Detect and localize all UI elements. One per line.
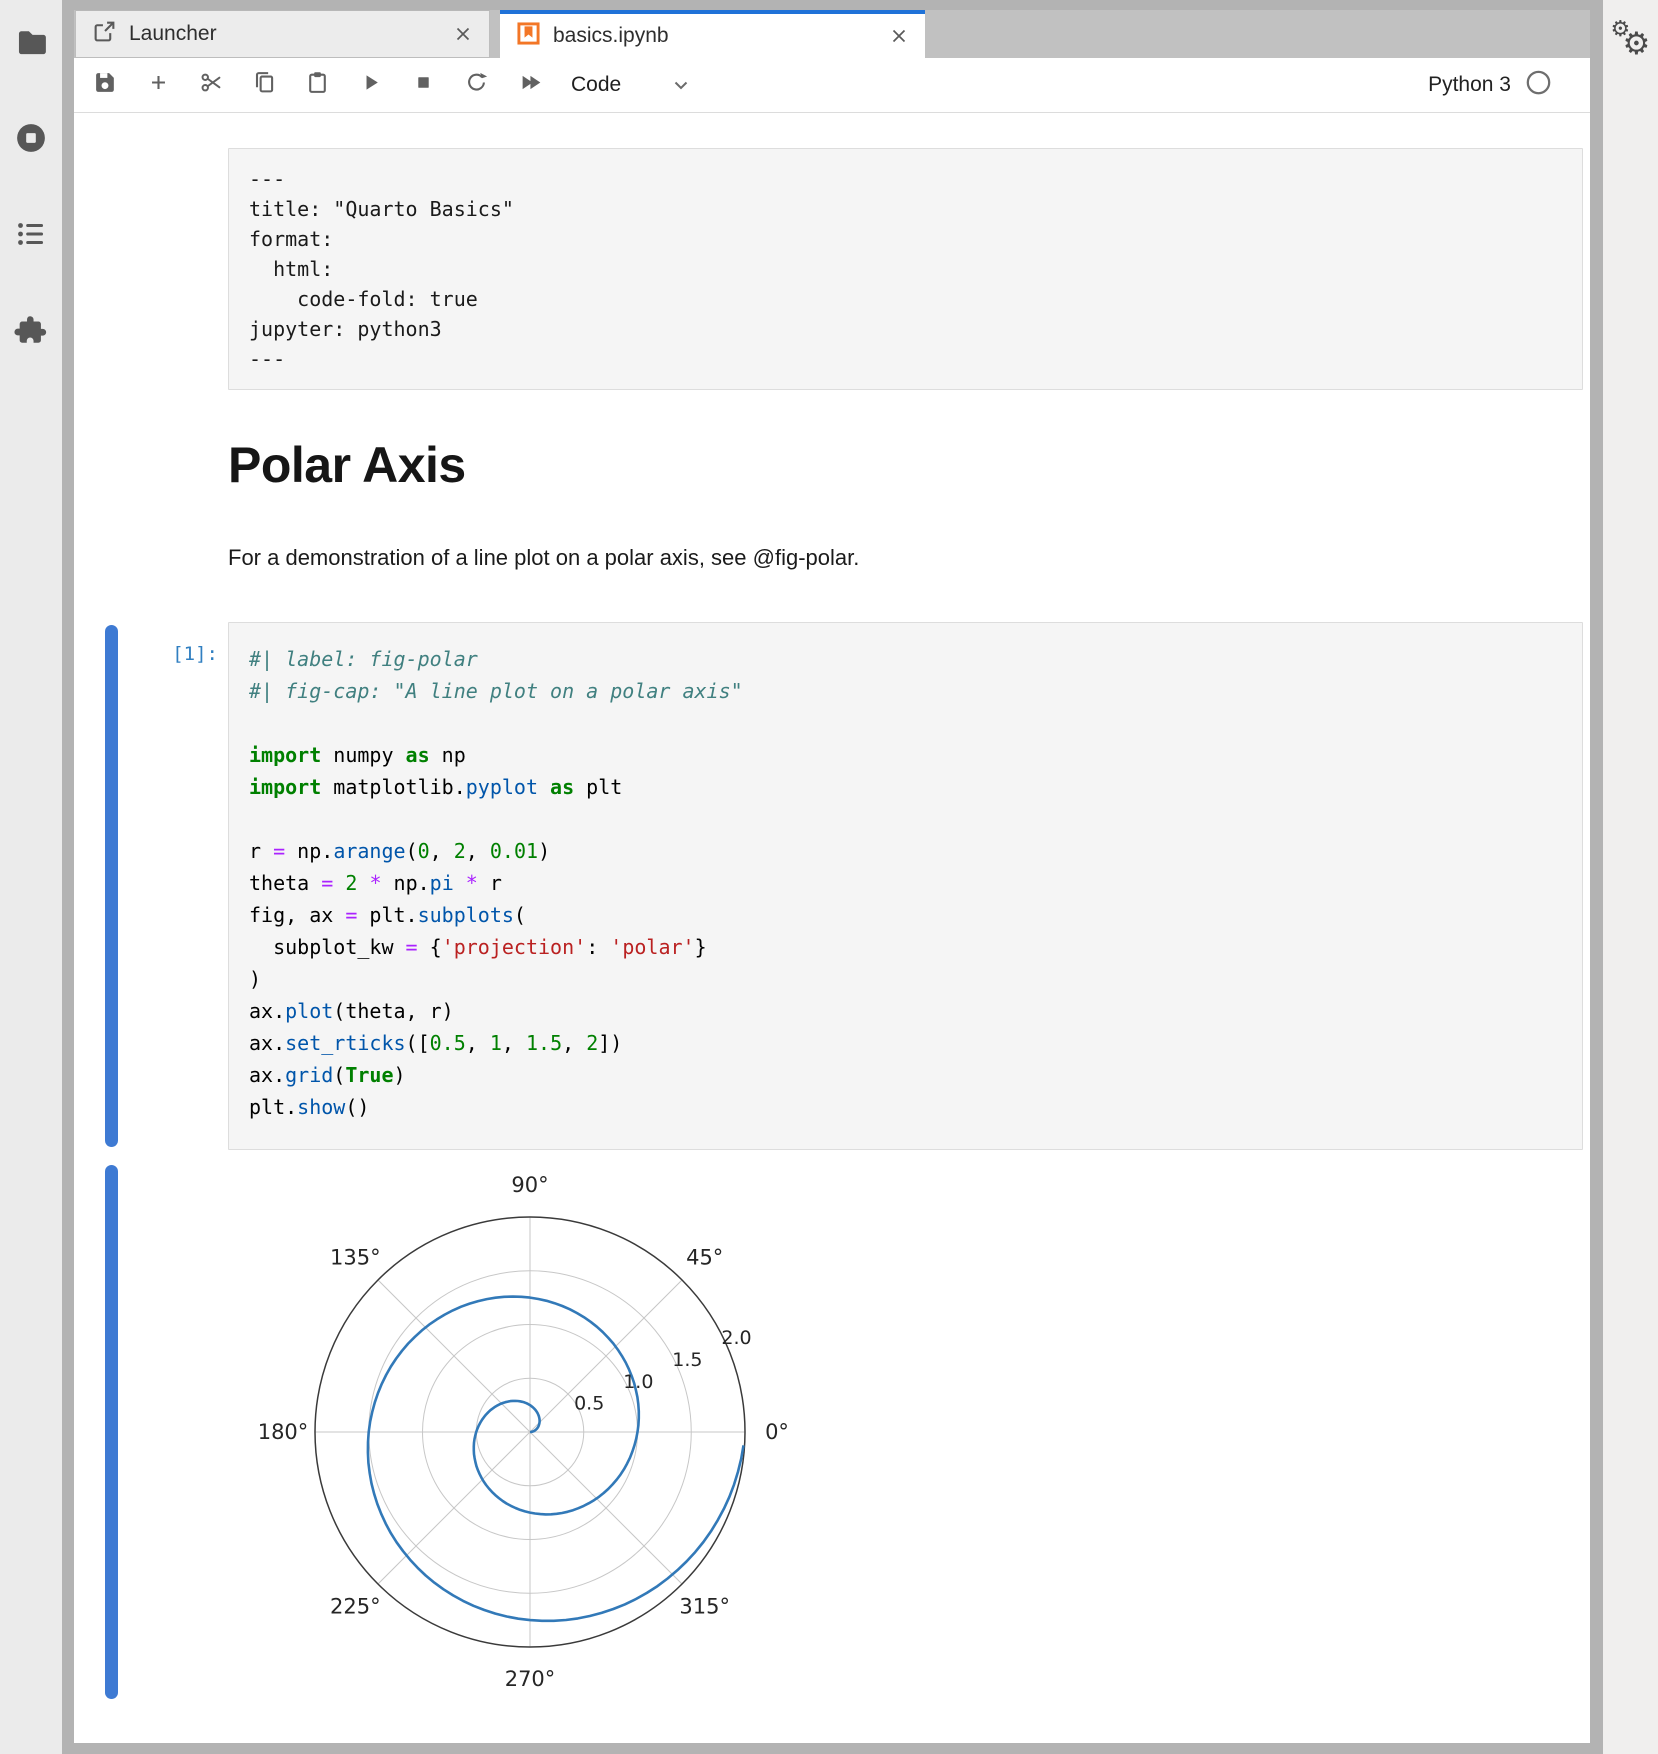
raw-cell-editor[interactable]: ---title: "Quarto Basics"format: html: c…: [228, 148, 1583, 390]
notebook-panel: ---title: "Quarto Basics"format: html: c…: [74, 113, 1590, 1743]
tab-close-icon[interactable]: [449, 20, 477, 48]
puzzle-icon: [14, 313, 48, 352]
theta-gridline: [530, 1432, 682, 1584]
clipboard-icon: [305, 70, 330, 100]
notebook-toolbar: Code Python 3: [74, 58, 1590, 113]
code-line: subplot_kw = {'projection': 'polar'}: [249, 931, 1562, 963]
raw-line: html:: [249, 254, 1562, 284]
cut-cells-button[interactable]: [194, 68, 228, 102]
restart-kernel-button[interactable]: [459, 68, 493, 102]
tab-close-icon[interactable]: [885, 22, 913, 50]
theta-tick-label: 0°: [765, 1420, 789, 1444]
cell-type-value: Code: [571, 73, 621, 97]
code-line: [249, 803, 1562, 835]
code-line: plt.show(): [249, 1091, 1562, 1123]
tab-label: Launcher: [129, 22, 449, 46]
raw-line: title: "Quarto Basics": [249, 194, 1562, 224]
code-line: ax.set_rticks([0.5, 1, 1.5, 2]): [249, 1027, 1562, 1059]
theta-gridline: [378, 1432, 530, 1584]
raw-line: format:: [249, 224, 1562, 254]
raw-line: jupyter: python3: [249, 314, 1562, 344]
markdown-cell[interactable]: Polar Axis For a demonstration of a line…: [74, 438, 1590, 572]
raw-line: ---: [249, 164, 1562, 194]
launcher-icon: [92, 19, 117, 49]
copy-icon: [252, 70, 277, 100]
property-inspector-button[interactable]: ⚙ ⚙: [1611, 18, 1651, 62]
code-line: ): [249, 963, 1562, 995]
input-collapser[interactable]: [105, 625, 118, 1147]
stop-circle-icon: [14, 121, 48, 160]
output-collapser[interactable]: [105, 1165, 118, 1699]
restart-run-all-button[interactable]: [512, 68, 546, 102]
interrupt-kernel-button[interactable]: [406, 68, 440, 102]
folder-icon: [14, 25, 48, 64]
sidebar-item-toc[interactable]: [9, 214, 53, 258]
code-line: [249, 707, 1562, 739]
raw-line: ---: [249, 344, 1562, 374]
kernel-status-icon[interactable]: [1525, 69, 1552, 101]
code-line: r = np.arange(0, 2, 0.01): [249, 835, 1562, 867]
code-line: import numpy as np: [249, 739, 1562, 771]
kernel-indicator: Python 3: [1428, 69, 1552, 101]
insert-cell-button[interactable]: [141, 68, 175, 102]
kernel-name: Python 3: [1428, 73, 1511, 97]
r-tick-label: 2.0: [721, 1327, 751, 1349]
sidebar-item-extensions[interactable]: [9, 310, 53, 354]
code-line: import matplotlib.pyplot as plt: [249, 771, 1562, 803]
code-line: #| fig-cap: "A line plot on a polar axis…: [249, 675, 1562, 707]
raw-line: code-fold: true: [249, 284, 1562, 314]
markdown-paragraph: For a demonstration of a line plot on a …: [228, 544, 1590, 572]
code-line: theta = 2 * np.pi * r: [249, 867, 1562, 899]
run-button[interactable]: [353, 68, 387, 102]
chevron-down-icon: [669, 73, 693, 97]
theta-tick-label: 270°: [505, 1667, 556, 1691]
cell-output: 0° 45° 90° 135° 180° 225° 270° 315° 0.5 1.0 1.5 2.0: [74, 1162, 1590, 1702]
sidebar-item-running[interactable]: [9, 118, 53, 162]
r-tick-label: 1.5: [672, 1349, 702, 1371]
code-line: ax.plot(theta, r): [249, 995, 1562, 1027]
polar-plot-svg: 0° 45° 90° 135° 180° 225° 270° 315° 0.5 1.0 1.5 2.0: [260, 1162, 800, 1702]
theta-tick-label: 180°: [260, 1420, 308, 1444]
cell-type-dropdown[interactable]: Code: [571, 73, 693, 97]
save-icon: [93, 70, 118, 100]
theta-tick-label: 45°: [686, 1245, 723, 1269]
tab-basics-ipynb[interactable]: basics.ipynb: [500, 10, 925, 58]
code-line: ax.grid(True): [249, 1059, 1562, 1091]
notebook-icon: [516, 21, 541, 51]
theta-tick-label: 225°: [330, 1595, 381, 1619]
scissors-icon: [199, 70, 224, 100]
theta-tick-label: 315°: [679, 1595, 730, 1619]
refresh-icon: [464, 70, 489, 100]
spiral-line: [368, 1297, 744, 1621]
code-line: #| label: fig-polar: [249, 643, 1562, 675]
right-sidebar: ⚙ ⚙: [1603, 0, 1658, 1754]
theta-gridline: [378, 1280, 530, 1432]
tab-bar: Launcher basics.ipynb: [74, 10, 1590, 58]
copy-cells-button[interactable]: [247, 68, 281, 102]
code-editor[interactable]: #| label: fig-polar#| fig-cap: "A line p…: [228, 622, 1583, 1150]
fast-forward-icon: [517, 70, 542, 100]
left-activity-bar: [0, 0, 62, 1754]
markdown-heading: Polar Axis: [228, 438, 1590, 492]
code-cell: [1]: #| label: fig-polar#| fig-cap: "A l…: [74, 622, 1590, 1150]
execution-count: [1]:: [118, 643, 218, 665]
r-tick-label: 0.5: [574, 1393, 604, 1415]
stop-icon: [411, 70, 436, 100]
r-tick-label: 1.0: [623, 1371, 653, 1393]
tab-launcher[interactable]: Launcher: [75, 10, 490, 58]
plus-icon: [146, 70, 171, 100]
list-icon: [14, 217, 48, 256]
theta-tick-label: 90°: [511, 1173, 548, 1197]
sidebar-item-files[interactable]: [9, 22, 53, 66]
main-dock-panel: Launcher basics.ipynb: [62, 0, 1603, 1754]
tab-label: basics.ipynb: [553, 24, 885, 48]
code-line: fig, ax = plt.subplots(: [249, 899, 1562, 931]
gear-icon: ⚙: [1623, 26, 1651, 62]
save-button[interactable]: [88, 68, 122, 102]
paste-icon-button[interactable]: [300, 68, 334, 102]
theta-tick-label: 135°: [330, 1245, 381, 1269]
play-icon: [358, 70, 383, 100]
